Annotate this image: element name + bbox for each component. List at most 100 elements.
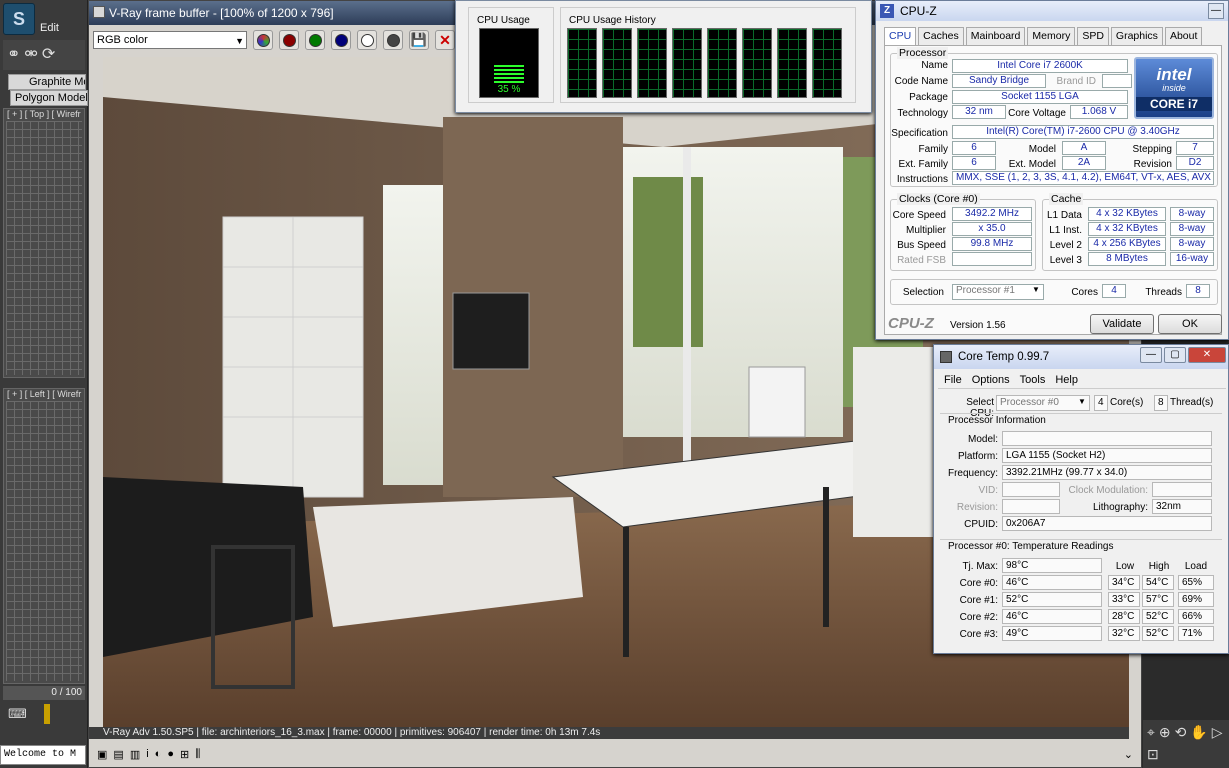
- cpu-history-graph: [812, 28, 842, 98]
- key-icon[interactable]: ⌨: [8, 706, 28, 722]
- max-edit-menu[interactable]: Edit: [40, 22, 59, 34]
- validate-button[interactable]: Validate: [1090, 314, 1154, 334]
- floppy-icon: 💾: [410, 32, 428, 47]
- core-label: Core #0:: [959, 578, 998, 589]
- cpu-history-graph: [777, 28, 807, 98]
- zoom-icon[interactable]: ⌖: [1147, 724, 1155, 742]
- intel-inside-text: inside: [1162, 83, 1186, 93]
- max-app-icon[interactable]: S: [3, 3, 35, 35]
- red-channel-button[interactable]: [279, 30, 299, 50]
- fov-icon[interactable]: ▷: [1212, 724, 1223, 742]
- readings-label: Processor #0: Temperature Readings: [948, 541, 1114, 552]
- chevron-down-icon[interactable]: ▼: [1032, 285, 1040, 294]
- minimize-button[interactable]: —: [1140, 347, 1162, 363]
- threads-value: 8: [1186, 284, 1210, 298]
- save-button[interactable]: 💾: [409, 30, 429, 50]
- alpha-channel-button[interactable]: [357, 30, 377, 50]
- cpuz-app-icon: Z: [880, 4, 894, 18]
- lut-icon[interactable]: ⊞: [180, 748, 189, 761]
- cache-legend: Cache: [1049, 193, 1084, 205]
- name-label: Name: [921, 60, 948, 71]
- chevron-down-icon[interactable]: ▼: [1078, 397, 1086, 406]
- zoom-all-icon[interactable]: ⊕: [1159, 724, 1171, 742]
- vid-value: [1002, 482, 1060, 497]
- model-value: [1002, 431, 1212, 446]
- intel-core-i7-logo: intel inside CORE i7: [1134, 57, 1214, 119]
- menu-tools[interactable]: Tools: [1020, 374, 1046, 386]
- maximize-icon[interactable]: ⊡: [1147, 746, 1159, 764]
- green-channel-button[interactable]: [305, 30, 325, 50]
- selection-dropdown[interactable]: Processor #1: [952, 284, 1044, 300]
- clear-button[interactable]: ✕: [435, 30, 455, 50]
- viewport-top[interactable]: [ + ] [ Top ] [ Wirefr: [3, 108, 85, 378]
- brandid-value: [1102, 74, 1132, 88]
- codename-value: Sandy Bridge: [952, 74, 1046, 88]
- stepping-label: Stepping: [1132, 144, 1172, 155]
- tab-memory[interactable]: Memory: [1027, 27, 1076, 45]
- tab-mainboard[interactable]: Mainboard: [965, 27, 1026, 45]
- corespeed-label: Core Speed: [892, 210, 946, 221]
- maxscript-listener[interactable]: Welcome to M: [0, 745, 86, 765]
- codename-label: Code Name: [894, 76, 948, 87]
- info-icon[interactable]: i: [146, 748, 148, 760]
- package-label: Package: [909, 92, 948, 103]
- tab-about[interactable]: About: [1164, 27, 1203, 45]
- lens-icon[interactable]: ●: [167, 748, 174, 760]
- cores-count: 4: [1094, 395, 1108, 411]
- blue-channel-button[interactable]: [331, 30, 351, 50]
- levels-icon[interactable]: ⫼: [195, 748, 200, 761]
- cpu-usage-value: 35 %: [497, 84, 521, 95]
- cpu-history-graph: [742, 28, 772, 98]
- cpu-history-graph: [637, 28, 667, 98]
- color-icon[interactable]: ◐: [155, 748, 162, 760]
- col-high: High: [1148, 561, 1170, 572]
- max-toolbar: ⚭ ⚮ ⟳: [3, 40, 85, 70]
- frequency-label: Frequency:: [947, 468, 998, 479]
- cpu-usage-group: CPU Usage 35 %: [468, 7, 554, 103]
- histogram-icon[interactable]: ▥: [130, 748, 140, 761]
- busspeed-label: Bus Speed: [897, 240, 946, 251]
- l1d-way: 8-way: [1170, 207, 1214, 221]
- cores-label: Cores: [1071, 287, 1098, 298]
- minimize-button[interactable]: —: [1208, 3, 1224, 19]
- bind-icon[interactable]: ⟳: [42, 44, 55, 66]
- tab-graphics[interactable]: Graphics: [1110, 27, 1163, 45]
- technology-label: Technology: [897, 108, 948, 119]
- close-button[interactable]: ✕: [1188, 347, 1226, 363]
- menu-help[interactable]: Help: [1055, 374, 1078, 386]
- viewport-top-label[interactable]: [ + ] [ Top ] [ Wirefr: [7, 109, 81, 119]
- channel-select[interactable]: RGB color: [93, 31, 247, 49]
- revision-label: Revision: [1133, 159, 1172, 170]
- tjmax-label: Tj. Max:: [962, 561, 998, 572]
- core-high: 52°C: [1142, 626, 1174, 641]
- viewport-left-label[interactable]: [ + ] [ Left ] [ Wirefr: [7, 389, 81, 399]
- tab-caches[interactable]: Caches: [918, 27, 964, 45]
- pan-icon[interactable]: ✋: [1190, 724, 1207, 742]
- model-label: Model:: [967, 434, 998, 445]
- threads-label: Thread(s): [1170, 397, 1214, 408]
- list-icon[interactable]: ▤: [113, 748, 123, 761]
- cpu-history-graph: [567, 28, 597, 98]
- menu-options[interactable]: Options: [972, 374, 1010, 386]
- ratedfsb-value: [952, 252, 1032, 266]
- link-icon[interactable]: ⚭: [7, 44, 20, 66]
- unlink-icon[interactable]: ⚮: [24, 44, 37, 66]
- tab-cpu[interactable]: CPU: [884, 27, 917, 45]
- time-slider[interactable]: 0 / 100: [3, 686, 85, 700]
- orbit-icon[interactable]: ⟲: [1175, 724, 1187, 742]
- menu-file[interactable]: File: [944, 374, 962, 386]
- red-dot-icon: [282, 33, 296, 47]
- extmodel-label: Ext. Model: [1008, 159, 1056, 170]
- rgb-channels-button[interactable]: [253, 30, 273, 50]
- ribbon-tab-graphite[interactable]: Graphite Mo: [8, 74, 86, 90]
- maximize-button[interactable]: ▢: [1164, 347, 1186, 363]
- mono-channel-button[interactable]: [383, 30, 403, 50]
- ok-button[interactable]: OK: [1158, 314, 1222, 334]
- ribbon-tab-polygon[interactable]: Polygon Modeli: [10, 90, 88, 106]
- display-icon[interactable]: ▣: [97, 748, 107, 761]
- selectcpu-dropdown[interactable]: Processor #0: [996, 395, 1090, 411]
- expand-icon[interactable]: ⌄: [1124, 748, 1133, 761]
- tab-spd[interactable]: SPD: [1077, 27, 1109, 45]
- intel-core-text: CORE i7: [1136, 97, 1212, 111]
- viewport-left[interactable]: [ + ] [ Left ] [ Wirefr: [3, 388, 85, 684]
